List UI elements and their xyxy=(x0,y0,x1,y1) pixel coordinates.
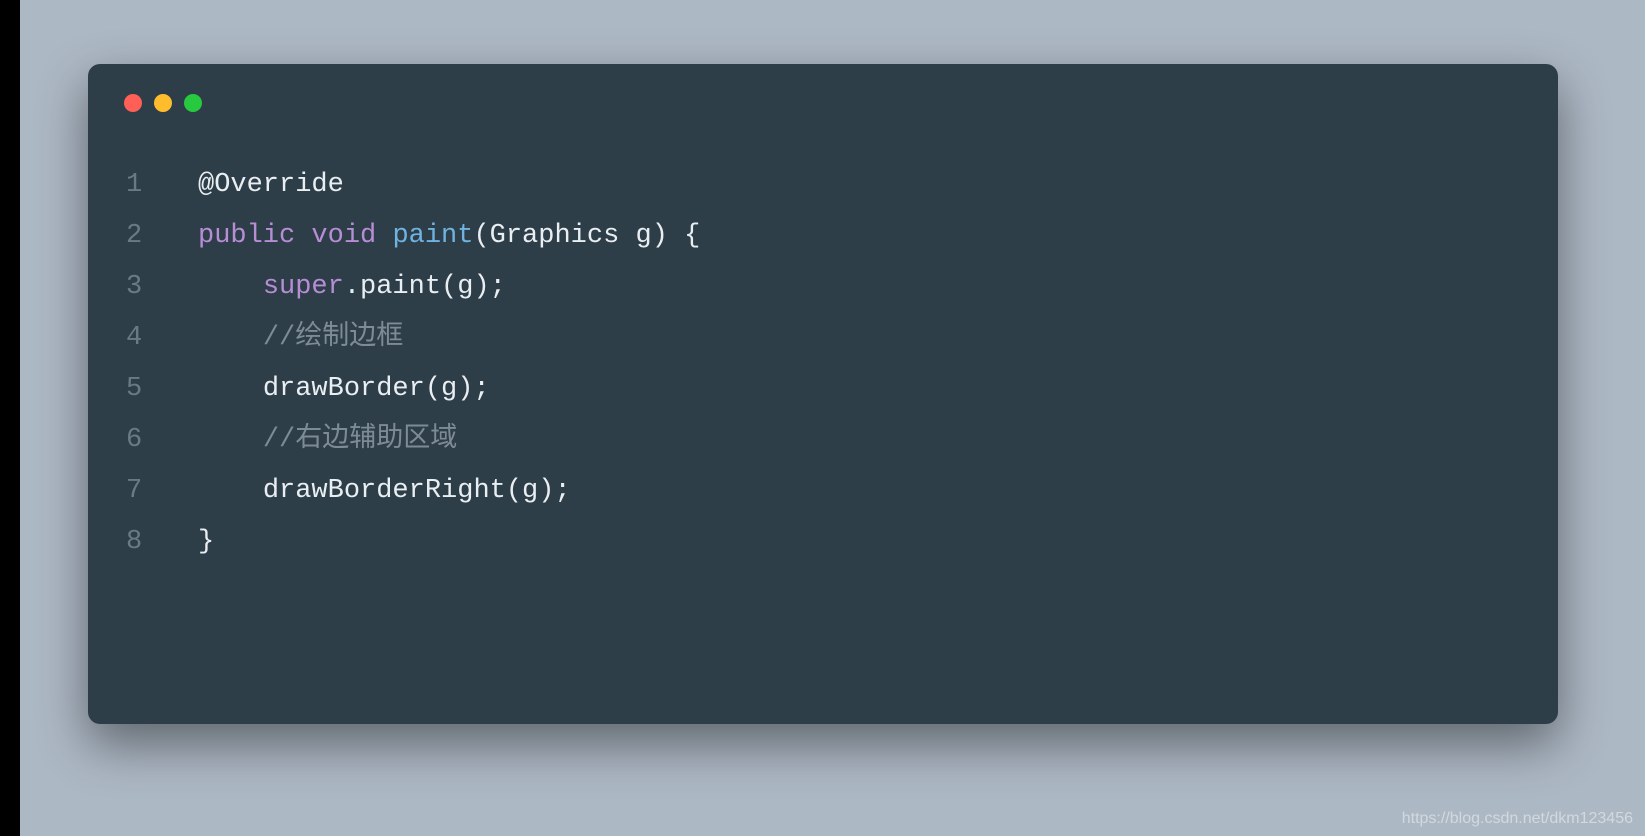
watermark: https://blog.csdn.net/dkm123456 xyxy=(1402,810,1633,828)
code-content: public void paint(Graphics g) { xyxy=(198,211,700,262)
code-line: 4 //绘制边框 xyxy=(126,313,1558,364)
code-content: } xyxy=(198,517,214,568)
token-comment: //右边辅助区域 xyxy=(263,425,457,455)
line-number: 6 xyxy=(126,415,198,466)
line-number: 3 xyxy=(126,262,198,313)
code-content: //右边辅助区域 xyxy=(198,415,457,466)
token-annotation: @Override xyxy=(198,170,344,200)
code-content: @Override xyxy=(198,160,344,211)
code-window: 1 @Override 2 public void paint(Graphics… xyxy=(88,64,1558,724)
token-punct: . xyxy=(344,272,360,302)
line-number: 5 xyxy=(126,364,198,415)
left-sidebar xyxy=(0,0,20,836)
code-line: 5 drawBorder(g); xyxy=(126,364,1558,415)
code-content: //绘制边框 xyxy=(198,313,403,364)
token-call: paint(g); xyxy=(360,272,506,302)
line-number: 1 xyxy=(126,160,198,211)
maximize-icon[interactable] xyxy=(184,94,202,112)
token-punct: { xyxy=(668,221,700,251)
code-content: super.paint(g); xyxy=(198,262,506,313)
token-keyword: public xyxy=(198,221,295,251)
code-line: 8 } xyxy=(126,517,1558,568)
code-line: 1 @Override xyxy=(126,160,1558,211)
token-call: drawBorderRight(g); xyxy=(263,476,571,506)
code-line: 7 drawBorderRight(g); xyxy=(126,466,1558,517)
token-space xyxy=(619,221,635,251)
token-method: paint xyxy=(392,221,473,251)
code-line: 2 public void paint(Graphics g) { xyxy=(126,211,1558,262)
line-number: 2 xyxy=(126,211,198,262)
line-number: 4 xyxy=(126,313,198,364)
window-controls xyxy=(88,64,1558,112)
token-comment: //绘制边框 xyxy=(263,323,403,353)
minimize-icon[interactable] xyxy=(154,94,172,112)
token-indent xyxy=(198,374,263,404)
token-punct: ( xyxy=(473,221,489,251)
token-indent xyxy=(198,425,263,455)
code-line: 6 //右边辅助区域 xyxy=(126,415,1558,466)
token-keyword: super xyxy=(263,272,344,302)
code-area: 1 @Override 2 public void paint(Graphics… xyxy=(88,112,1558,568)
token-indent xyxy=(198,272,263,302)
line-number: 8 xyxy=(126,517,198,568)
token-keyword: void xyxy=(311,221,376,251)
token-punct: } xyxy=(198,527,214,557)
token-call: drawBorder(g); xyxy=(263,374,490,404)
token-indent xyxy=(198,476,263,506)
token-type: Graphics xyxy=(490,221,620,251)
close-icon[interactable] xyxy=(124,94,142,112)
code-line: 3 super.paint(g); xyxy=(126,262,1558,313)
token-punct: ) xyxy=(652,221,668,251)
code-content: drawBorderRight(g); xyxy=(198,466,571,517)
token-indent xyxy=(198,323,263,353)
code-content: drawBorder(g); xyxy=(198,364,490,415)
token-param: g xyxy=(635,221,651,251)
line-number: 7 xyxy=(126,466,198,517)
